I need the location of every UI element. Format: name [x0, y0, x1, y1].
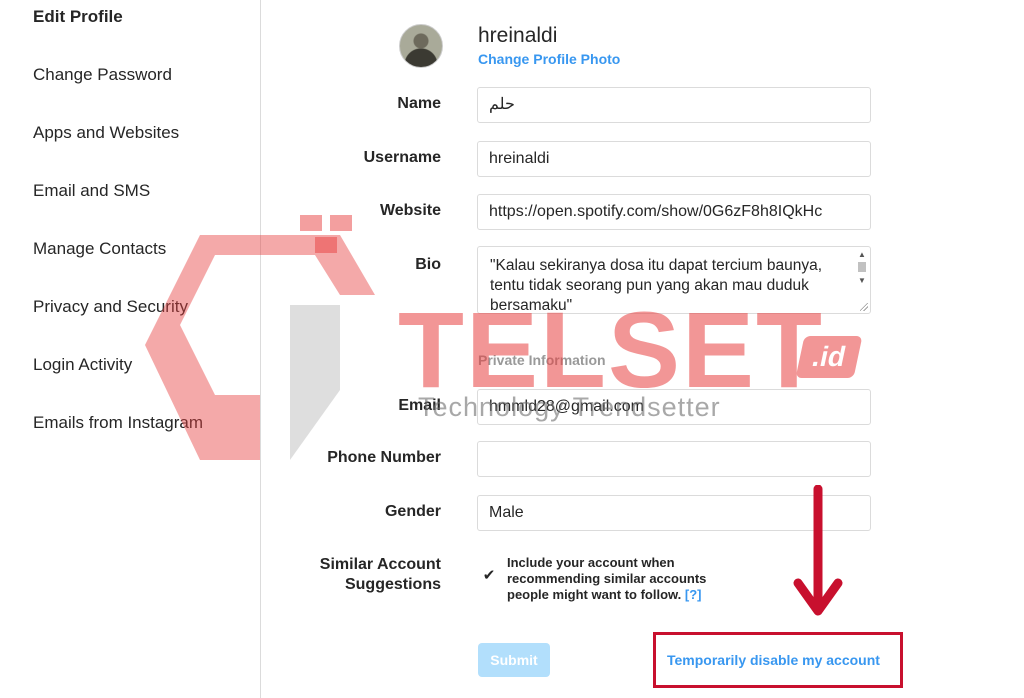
- similar-account-label-line1: Similar Account: [319, 556, 441, 573]
- sidebar-item-edit-profile[interactable]: Edit Profile: [33, 7, 123, 27]
- similar-accounts-description: Include your account when recommending s…: [507, 555, 747, 603]
- sidebar-item-apps-websites[interactable]: Apps and Websites: [33, 123, 179, 143]
- similar-account-label-line2: Suggestions: [344, 576, 441, 593]
- sidebar-item-manage-contacts[interactable]: Manage Contacts: [33, 239, 166, 259]
- watermark-badge: .id: [795, 336, 863, 378]
- phone-number-input[interactable]: [477, 441, 871, 477]
- change-profile-photo-link[interactable]: Change Profile Photo: [478, 51, 620, 67]
- username-label: Username: [363, 149, 441, 166]
- gender-label: Gender: [384, 503, 441, 520]
- sidebar-item-change-password[interactable]: Change Password: [33, 65, 172, 85]
- email-label: Email: [398, 397, 441, 414]
- help-link[interactable]: [?]: [685, 587, 702, 602]
- down-arrow-icon: [793, 485, 843, 616]
- name-label: Name: [397, 95, 441, 112]
- sidebar-item-email-sms[interactable]: Email and SMS: [33, 181, 150, 201]
- sidebar-item-login-activity[interactable]: Login Activity: [33, 355, 132, 375]
- private-information-heading: Private Information: [478, 352, 606, 368]
- sidebar-item-emails-instagram[interactable]: Emails from Instagram: [33, 413, 203, 433]
- similar-accounts-text: Include your account when recommending s…: [507, 555, 707, 602]
- similar-accounts-checkbox[interactable]: ✔: [481, 568, 497, 584]
- form-labels: Name Username Website Bio Email Phone Nu…: [241, 0, 441, 698]
- phone-number-label: Phone Number: [327, 449, 441, 466]
- profile-username: hreinaldi: [478, 24, 558, 47]
- website-input[interactable]: https://open.spotify.com/show/0G6zF8h8IQ…: [477, 194, 871, 230]
- bio-label: Bio: [415, 256, 441, 273]
- scroll-thumb[interactable]: [858, 262, 866, 272]
- email-input[interactable]: hmmld28@gmail.com: [477, 389, 871, 425]
- settings-sidebar: Edit Profile Change Password Apps and We…: [0, 0, 261, 698]
- name-input[interactable]: حلم: [477, 87, 871, 123]
- scroll-down-arrow-icon[interactable]: ▼: [856, 276, 868, 286]
- website-label: Website: [379, 202, 441, 219]
- sidebar-item-privacy-security[interactable]: Privacy and Security: [33, 297, 188, 317]
- temporarily-disable-account-link[interactable]: Temporarily disable my account: [667, 652, 880, 668]
- resize-grip-icon[interactable]: [860, 303, 868, 311]
- username-input[interactable]: hreinaldi: [477, 141, 871, 177]
- bio-textarea[interactable]: "Kalau sekiranya dosa itu dapat tercium …: [477, 246, 871, 314]
- submit-button[interactable]: Submit: [478, 643, 550, 677]
- bio-text: "Kalau sekiranya dosa itu dapat tercium …: [490, 257, 823, 314]
- checkmark-icon: ✔: [482, 567, 496, 584]
- scroll-up-arrow-icon[interactable]: ▲: [856, 250, 868, 260]
